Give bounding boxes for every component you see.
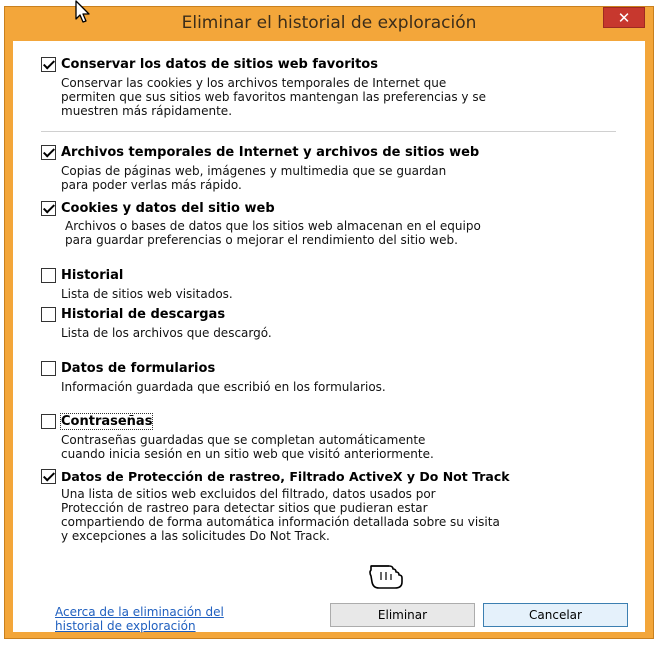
checkbox-favorites[interactable]: [41, 57, 56, 72]
checkbox-cookies[interactable]: [41, 201, 56, 216]
option-downloads-description: Lista de los archivos que descargó.: [61, 326, 272, 340]
checkbox-tracking[interactable]: [41, 469, 56, 484]
option-tracking[interactable]: Datos de Protección de rastreo, Filtrado…: [41, 469, 510, 484]
about-deletion-link[interactable]: Acerca de la eliminación del historial d…: [55, 605, 224, 633]
option-history-label: Historial: [61, 268, 124, 283]
option-forms-description: Información guardada que escribió en los…: [61, 380, 386, 394]
divider: [41, 131, 616, 132]
option-temp-files-label: Archivos temporales de Internet y archiv…: [61, 145, 480, 160]
option-forms[interactable]: Datos de formularios: [41, 361, 215, 376]
option-cookies[interactable]: Cookies y datos del sitio web: [41, 201, 275, 216]
option-downloads[interactable]: Historial de descargas: [41, 307, 225, 322]
option-downloads-label: Historial de descargas: [61, 307, 226, 322]
checkbox-history[interactable]: [41, 268, 56, 283]
checkbox-passwords[interactable]: [41, 414, 56, 429]
option-passwords-label: Contraseñas: [59, 413, 154, 430]
option-tracking-label: Datos de Protección de rastreo, Filtrado…: [61, 469, 510, 484]
option-temp-files-description: Copias de páginas web, imágenes y multim…: [61, 164, 447, 192]
delete-history-dialog: Eliminar el historial de exploración ✕ C…: [4, 6, 654, 639]
dialog-title: Eliminar el historial de exploración: [181, 13, 477, 33]
close-button[interactable]: ✕: [603, 7, 645, 28]
option-cookies-label: Cookies y datos del sitio web: [61, 201, 275, 216]
cancel-button[interactable]: Cancelar: [483, 603, 628, 627]
hand-pointer-icon: [369, 565, 403, 589]
checkbox-forms[interactable]: [41, 361, 56, 376]
option-history-description: Lista de sitios web visitados.: [61, 287, 233, 301]
checkbox-temp-files[interactable]: [41, 145, 56, 160]
option-cookies-description: Archivos o bases de datos que los sitios…: [65, 219, 481, 247]
option-tracking-description: Una lista de sitios web excluidos del fi…: [61, 487, 500, 543]
option-passwords-description: Contraseñas guardadas que se completan a…: [61, 433, 434, 461]
option-passwords[interactable]: Contraseñas: [41, 413, 154, 430]
option-history[interactable]: Historial: [41, 268, 123, 283]
option-favorites-description: Conservar las cookies y los archivos tem…: [61, 76, 486, 118]
checkbox-downloads[interactable]: [41, 307, 56, 322]
arrow-cursor-icon: [75, 0, 90, 23]
option-favorites[interactable]: Conservar los datos de sitios web favori…: [41, 57, 378, 72]
option-favorites-label: Conservar los datos de sitios web favori…: [61, 57, 378, 72]
option-forms-label: Datos de formularios: [61, 361, 216, 376]
dialog-content: Conservar los datos de sitios web favori…: [13, 41, 645, 633]
delete-button[interactable]: Eliminar: [330, 603, 475, 627]
title-bar[interactable]: Eliminar el historial de exploración ✕: [5, 7, 653, 41]
option-temp-files[interactable]: Archivos temporales de Internet y archiv…: [41, 145, 479, 160]
